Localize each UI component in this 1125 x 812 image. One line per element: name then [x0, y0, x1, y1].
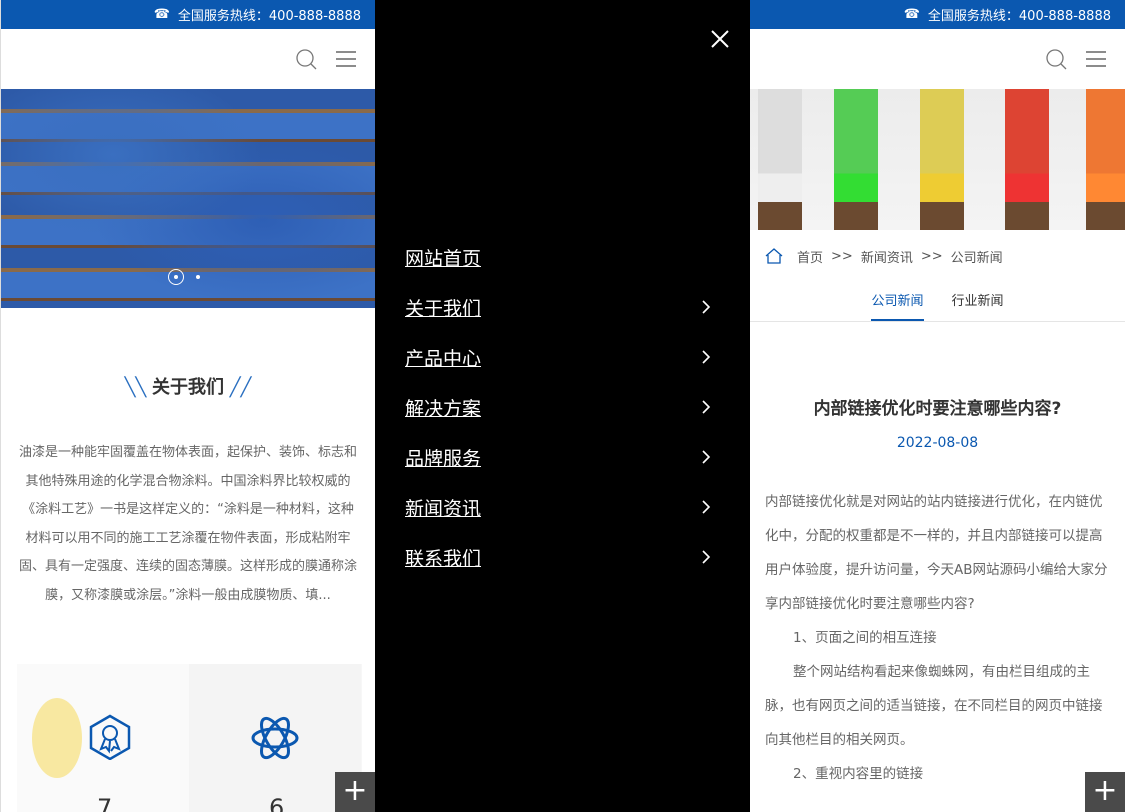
menu-icon[interactable]	[335, 51, 357, 67]
feature-number: 7	[97, 794, 113, 812]
article-paragraph: 1、页面之间的相互连接	[793, 630, 937, 646]
chevron-right-icon[interactable]	[701, 547, 711, 569]
menu-item[interactable]: 品牌服务	[405, 444, 725, 471]
menu-item-label: 网站首页	[405, 248, 482, 270]
search-icon[interactable]	[295, 48, 317, 70]
award-icon	[89, 714, 131, 760]
article-body: 内部链接优化就是对网站的站内链接进行优化，在内链优化中，分配的权重都是不一样的，…	[750, 485, 1125, 791]
hotline-bar: ☎ 全国服务热线：400-888-8888	[750, 0, 1125, 29]
feature-item[interactable]: 7	[17, 664, 189, 812]
menu-item-label: 关于我们	[405, 298, 482, 320]
article-paragraph: 内部链接优化就是对网站的站内链接进行优化，在内链优化中，分配的权重都是不一样的，…	[765, 494, 1108, 612]
menu-item[interactable]: 新闻资讯	[405, 494, 725, 521]
breadcrumb-separator: >>	[920, 248, 943, 264]
chevron-right-icon[interactable]	[701, 447, 711, 469]
watermark-logo	[32, 698, 82, 778]
expand-plus-button[interactable]: +	[1085, 772, 1125, 812]
nav-menu-panel: 网站首页关于我们产品中心解决方案品牌服务新闻资讯联系我们	[375, 0, 750, 812]
home-page-panel: ☎ 全国服务热线：400-888-8888 ╲╲ 关于我们 ╱╱ 油漆是一种能牢…	[0, 0, 375, 812]
article-paragraph: 2、重视内容里的链接	[793, 766, 924, 782]
menu-icon[interactable]	[1085, 51, 1107, 67]
slider-dots	[168, 269, 200, 285]
chevron-right-icon[interactable]	[701, 497, 711, 519]
about-section-title: ╲╲ 关于我们 ╱╱	[124, 377, 252, 398]
header	[750, 29, 1125, 89]
banner-slider[interactable]	[1, 89, 375, 308]
home-icon[interactable]	[765, 248, 783, 264]
tab-industry-news[interactable]: 行业新闻	[952, 282, 1004, 321]
hotline-text[interactable]: 全国服务热线：400-888-8888	[178, 5, 361, 24]
breadcrumb-company-news[interactable]: 公司新闻	[951, 247, 1003, 266]
menu-item-label: 品牌服务	[405, 448, 482, 470]
article-title: 内部链接优化时要注意哪些内容?	[813, 399, 1062, 419]
news-page-panel: ☎ 全国服务热线：400-888-8888 首页 >> 新闻资讯 >> 公司新闻…	[750, 0, 1125, 812]
tab-company-news[interactable]: 公司新闻	[871, 282, 924, 321]
slide-dot-active[interactable]	[168, 269, 184, 285]
menu-item-label: 联系我们	[405, 548, 482, 570]
paint-brush-image	[1005, 89, 1049, 230]
close-icon[interactable]	[711, 30, 729, 48]
paint-brush-image	[1086, 89, 1125, 230]
menu-item[interactable]: 产品中心	[405, 344, 725, 371]
paint-brush-image	[758, 89, 802, 230]
about-text: 油漆是一种能牢固覆盖在物体表面，起保护、装饰、标志和其他特殊用途的化学混合物涂料…	[19, 445, 358, 603]
article-paragraph: 整个网站结构看起来像蜘蛛网，有由栏目组成的主脉，也有网页之间的适当链接，在不同栏…	[765, 664, 1103, 748]
phone-icon: ☎	[903, 7, 920, 22]
hotline-text[interactable]: 全国服务热线：400-888-8888	[928, 5, 1111, 24]
menu-item[interactable]: 解决方案	[405, 394, 725, 421]
menu-item-label: 产品中心	[405, 348, 482, 370]
header	[1, 29, 375, 89]
feature-number: 6	[269, 794, 285, 812]
expand-plus-button[interactable]: +	[335, 772, 375, 812]
news-tabs: 公司新闻 行业新闻	[750, 282, 1125, 322]
paint-brush-image	[920, 89, 964, 230]
menu-item-label: 解决方案	[405, 398, 482, 420]
menu-item[interactable]: 网站首页	[405, 244, 725, 271]
breadcrumb-home[interactable]: 首页	[797, 247, 823, 266]
phone-icon: ☎	[153, 7, 170, 22]
chevron-right-icon[interactable]	[701, 347, 711, 369]
news-banner	[750, 89, 1125, 230]
feature-card: 7 6	[17, 664, 362, 812]
article-date: 2022-08-08	[896, 435, 979, 451]
breadcrumb-news[interactable]: 新闻资讯	[861, 247, 913, 266]
search-icon[interactable]	[1045, 48, 1067, 70]
menu-item-label: 新闻资讯	[405, 498, 482, 520]
hotline-bar: ☎ 全国服务热线：400-888-8888	[1, 0, 375, 29]
slide-dot[interactable]	[196, 275, 200, 279]
breadcrumb-separator: >>	[831, 248, 853, 264]
chevron-right-icon[interactable]	[701, 297, 711, 319]
chevron-right-icon[interactable]	[701, 397, 711, 419]
menu-item[interactable]: 关于我们	[405, 294, 725, 321]
paint-brush-image	[834, 89, 878, 230]
menu-item[interactable]: 联系我们	[405, 544, 725, 571]
breadcrumb: 首页 >> 新闻资讯 >> 公司新闻	[750, 230, 1125, 282]
atom-icon	[251, 716, 299, 760]
